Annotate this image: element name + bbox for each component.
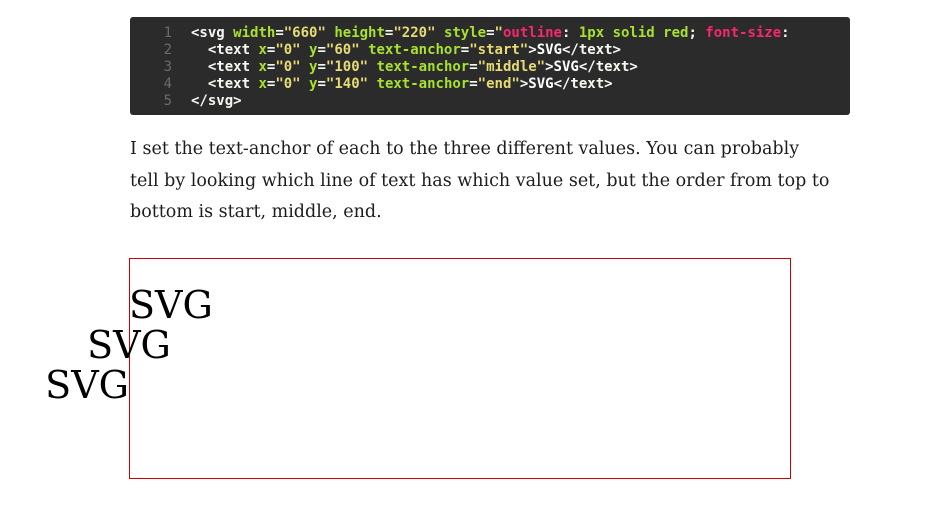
svg-text-end: SVG: [45, 363, 129, 407]
svg-outline-box: [129, 258, 791, 479]
demo-svg: SVG SVG SVG: [45, 258, 791, 479]
svg-text-start: SVG: [129, 283, 213, 327]
svg-text-middle: SVG: [87, 323, 171, 367]
